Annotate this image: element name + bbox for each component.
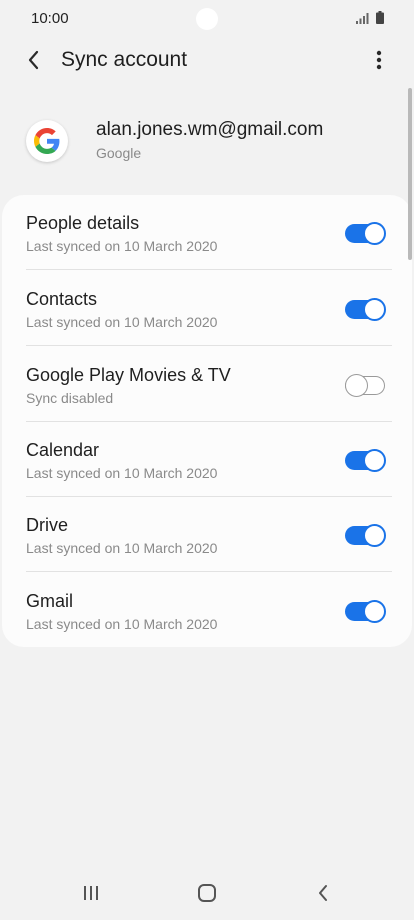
sync-item-gmail[interactable]: Gmail Last synced on 10 March 2020: [2, 573, 412, 648]
divider: [26, 345, 392, 346]
sync-toggle-google-play-movies[interactable]: [345, 373, 385, 397]
sync-item-title: Contacts: [26, 289, 98, 309]
back-button[interactable]: [18, 44, 50, 76]
sync-item-status: Last synced on 10 March 2020: [26, 465, 218, 481]
page-title: Sync account: [61, 48, 188, 71]
navigation-bar: [0, 866, 414, 920]
sync-item-status: Sync disabled: [26, 390, 114, 406]
sync-toggle-calendar[interactable]: [345, 448, 386, 472]
account-header: alan.jones.wm@gmail.com Google: [0, 108, 414, 178]
sync-toggle-people-details[interactable]: [345, 221, 386, 245]
home-icon: [198, 884, 216, 902]
sync-toggle-gmail[interactable]: [345, 599, 386, 623]
account-email: alan.jones.wm@gmail.com: [96, 119, 324, 140]
sync-item-title: Calendar: [26, 440, 100, 460]
sync-item-status: Last synced on 10 March 2020: [26, 238, 218, 254]
sync-toggle-contacts[interactable]: [345, 297, 386, 321]
sync-item-people-details[interactable]: People details Last synced on 10 March 2…: [2, 195, 412, 270]
sync-account-screen: 10:00 Sync account alan.jones.wm@gmail.c…: [0, 0, 414, 920]
divider: [26, 269, 392, 270]
sync-item-contacts[interactable]: Contacts Last synced on 10 March 2020: [2, 271, 412, 346]
status-bar: 10:00: [0, 0, 414, 38]
more-options-button[interactable]: [364, 44, 394, 76]
signal-icon: [356, 13, 369, 24]
battery-icon: [376, 11, 384, 24]
sync-item-title: Drive: [26, 515, 69, 535]
divider: [26, 571, 392, 572]
sync-item-title: Google Play Movies & TV: [26, 365, 231, 385]
app-bar: Sync account: [0, 38, 414, 82]
nav-back-button[interactable]: [306, 878, 340, 908]
sync-item-title: People details: [26, 213, 140, 233]
sync-item-calendar[interactable]: Calendar Last synced on 10 March 2020: [2, 422, 412, 497]
more-vert-icon: [376, 50, 382, 70]
scrollbar-thumb[interactable]: [408, 88, 412, 260]
sync-item-status: Last synced on 10 March 2020: [26, 616, 218, 632]
sync-item-status: Last synced on 10 March 2020: [26, 314, 218, 330]
google-logo-icon: [34, 128, 60, 154]
recents-icon: [84, 886, 98, 900]
home-button[interactable]: [190, 878, 224, 908]
sync-item-drive[interactable]: Drive Last synced on 10 March 2020: [2, 497, 412, 572]
sync-item-google-play-movies[interactable]: Google Play Movies & TV Sync disabled: [2, 347, 412, 422]
account-type: Google: [96, 145, 142, 161]
sync-items-card: People details Last synced on 10 March 2…: [2, 195, 412, 647]
account-avatar: [26, 120, 68, 162]
sync-item-title: Gmail: [26, 591, 74, 611]
camera-cutout: [196, 8, 218, 30]
status-time: 10:00: [31, 10, 69, 27]
sync-toggle-drive[interactable]: [345, 523, 386, 547]
chevron-left-icon: [28, 50, 39, 70]
recents-button[interactable]: [74, 878, 108, 908]
sync-item-status: Last synced on 10 March 2020: [26, 540, 218, 556]
back-icon: [319, 885, 327, 901]
